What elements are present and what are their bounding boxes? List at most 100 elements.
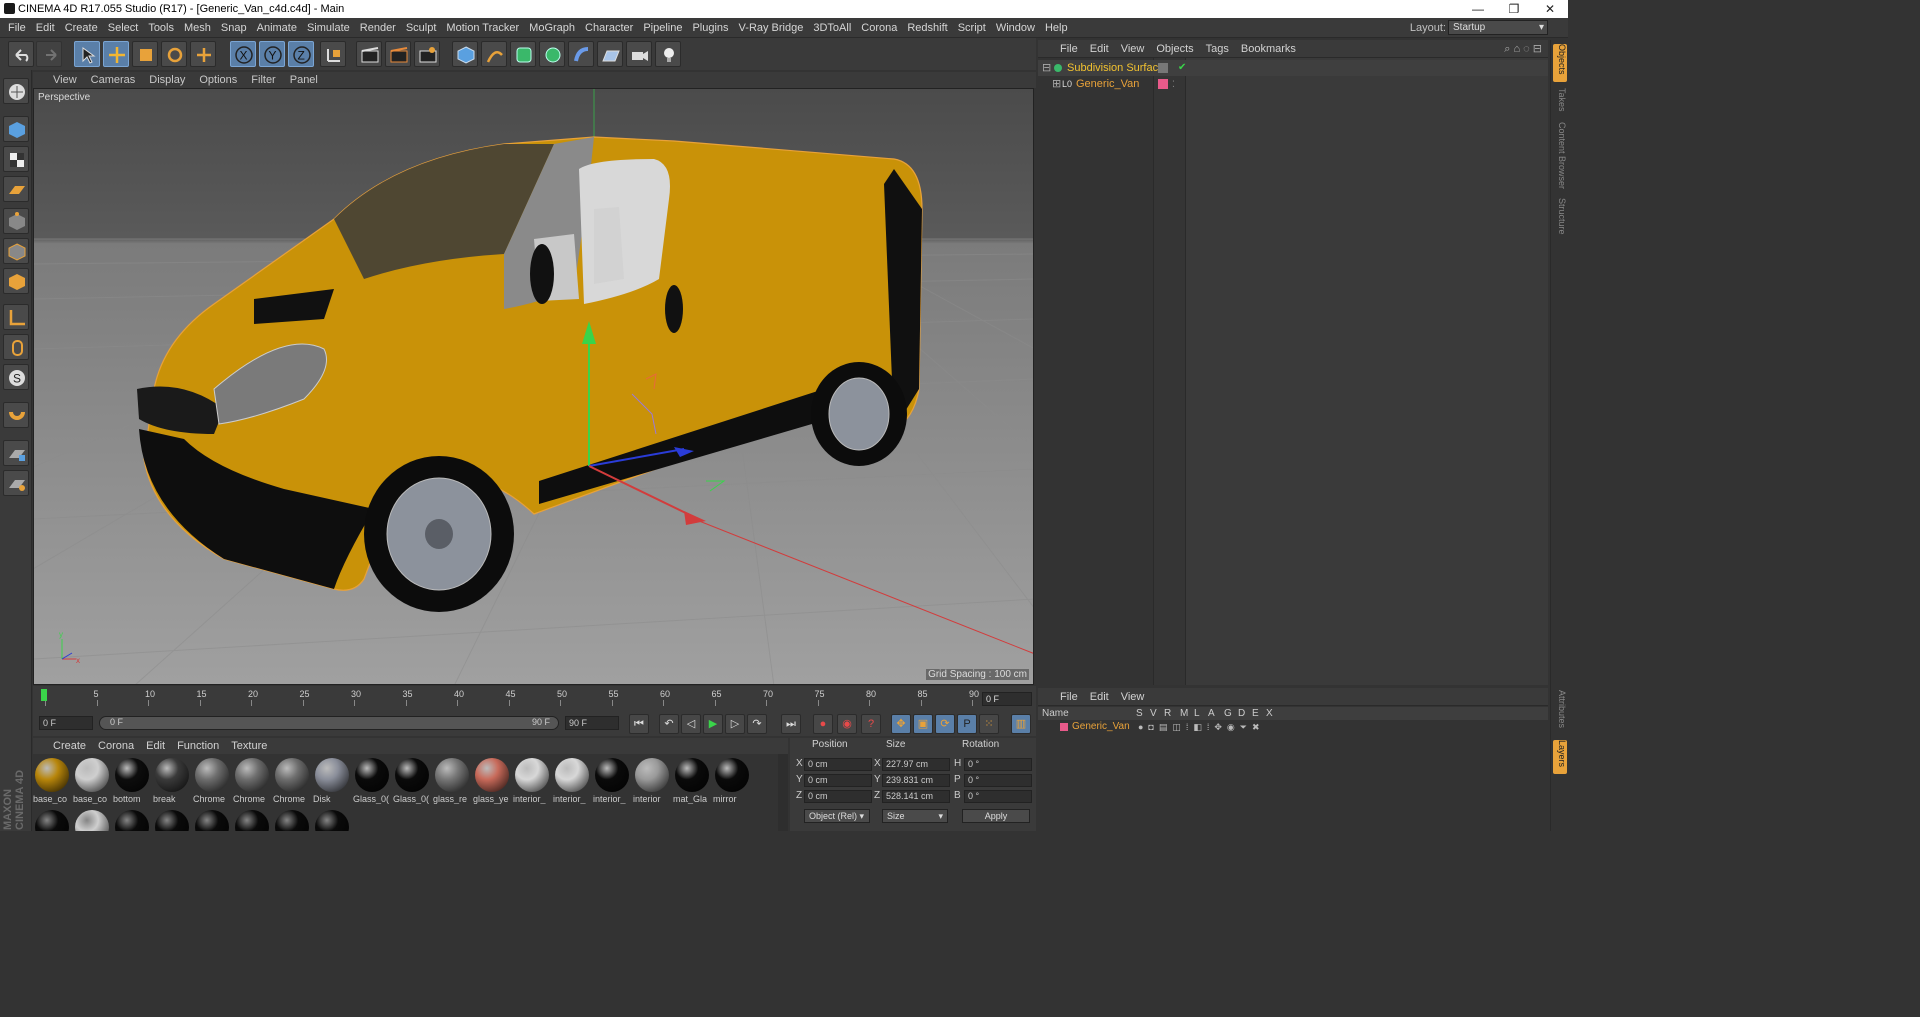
range-slider[interactable]: 0 F 90 F — [99, 716, 559, 730]
material-menu-texture[interactable]: Texture — [225, 738, 273, 754]
menu-create[interactable]: Create — [60, 18, 103, 38]
layer-row[interactable]: Generic_Van ●◘▤◫⁞◧⁞✥◉⏷✖ — [1038, 720, 1548, 734]
material-swatch[interactable]: Disk — [313, 756, 351, 806]
lock-workplane-button[interactable] — [3, 440, 29, 466]
timeline-window-button[interactable]: ▥ — [1011, 714, 1031, 734]
tweak-mode-button[interactable] — [3, 334, 29, 360]
close-button[interactable]: ✕ — [1532, 0, 1568, 18]
layer-column-l[interactable]: L — [1194, 707, 1200, 720]
material-menu-function[interactable]: Function — [171, 738, 225, 754]
polygons-mode-button[interactable] — [3, 268, 29, 294]
x-axis-lock-button[interactable]: X — [230, 41, 256, 67]
size-mode-select[interactable]: Size ▾ — [882, 809, 948, 823]
minimize-button[interactable]: — — [1460, 0, 1496, 18]
material-swatch[interactable] — [193, 808, 231, 831]
subdivision-button[interactable] — [510, 41, 536, 67]
expand-icon[interactable]: ⊞ — [1052, 76, 1061, 92]
key-scale-button[interactable]: ▣ — [913, 714, 933, 734]
menu-pipeline[interactable]: Pipeline — [638, 18, 687, 38]
menu-select[interactable]: Select — [103, 18, 144, 38]
restore-button[interactable]: ❐ — [1496, 0, 1532, 18]
menu-character[interactable]: Character — [580, 18, 638, 38]
material-swatch[interactable]: base_co — [73, 756, 111, 806]
live-selection-button[interactable] — [74, 41, 100, 67]
object-menu-view[interactable]: View — [1115, 40, 1151, 58]
cloner-button[interactable] — [539, 41, 565, 67]
key-position-button[interactable]: ✥ — [891, 714, 911, 734]
tab-content-browser[interactable]: Content Browser — [1553, 122, 1567, 192]
object-menu-file[interactable]: File — [1038, 40, 1084, 58]
layer-column-a[interactable]: A — [1208, 707, 1215, 720]
y-axis-lock-button[interactable]: Y — [259, 41, 285, 67]
layer-flags-icons[interactable]: ●◘▤◫⁞◧⁞✥◉⏷✖ — [1138, 720, 1265, 734]
object-menu-bookmarks[interactable]: Bookmarks — [1235, 40, 1302, 58]
position-x-field[interactable]: 0 cm — [804, 758, 872, 771]
layer-column-e[interactable]: E — [1252, 707, 1259, 720]
material-swatch[interactable]: Chrome — [273, 756, 311, 806]
object-row-generic-van[interactable]: ⊞ L0 Generic_Van ⁚ — [1038, 76, 1548, 92]
play-button[interactable]: ▶ — [703, 714, 723, 734]
material-swatch[interactable]: mat_Gla — [673, 756, 711, 806]
layer-column-s[interactable]: S — [1136, 707, 1143, 720]
autokey-button[interactable]: ◉ — [837, 714, 857, 734]
menu-mesh[interactable]: Mesh — [179, 18, 216, 38]
layer-color-swatch[interactable] — [1158, 79, 1168, 89]
material-swatch[interactable] — [233, 808, 271, 831]
layer-column-x[interactable]: X — [1266, 707, 1273, 720]
menu-window[interactable]: Window — [991, 18, 1040, 38]
end-frame-field[interactable]: 90 F — [565, 716, 619, 730]
key-rotation-button[interactable]: ⟳ — [935, 714, 955, 734]
rotation-h-field[interactable]: 0 ° — [964, 758, 1032, 771]
object-row-subdivision[interactable]: ⊟ Subdivision Surface ✔ — [1038, 60, 1548, 76]
layer-column-v[interactable]: V — [1150, 707, 1157, 720]
magnet-button[interactable] — [3, 402, 29, 428]
snap-button[interactable]: S — [3, 364, 29, 390]
timeline[interactable]: 051015202530354045505560657075808590 0 F — [33, 686, 1036, 712]
key-pla-button[interactable]: ⁙ — [979, 714, 999, 734]
search-icon[interactable]: ⌕ ⌂ ◌ ⊟ — [1504, 40, 1542, 58]
previous-key-button[interactable]: ↶ — [659, 714, 679, 734]
menu-sculpt[interactable]: Sculpt — [401, 18, 442, 38]
workplane-mode-button[interactable] — [3, 176, 29, 202]
material-swatch[interactable]: interior_ — [553, 756, 591, 806]
make-editable-button[interactable] — [3, 78, 29, 104]
rotation-p-field[interactable]: 0 ° — [964, 774, 1032, 787]
position-z-field[interactable]: 0 cm — [804, 790, 872, 803]
viewport-menu-view[interactable]: View — [33, 72, 84, 88]
material-swatch[interactable] — [73, 808, 111, 831]
material-swatch[interactable]: Chrome — [193, 756, 231, 806]
camera-button[interactable] — [626, 41, 652, 67]
visibility-dots-icon[interactable]: ⁚ — [1172, 76, 1175, 92]
rotation-b-field[interactable]: 0 ° — [964, 790, 1032, 803]
object-menu-objects[interactable]: Objects — [1150, 40, 1199, 58]
material-swatch[interactable] — [153, 808, 191, 831]
z-axis-lock-button[interactable]: Z — [288, 41, 314, 67]
menu-redshift[interactable]: Redshift — [902, 18, 952, 38]
current-frame-field[interactable]: 0 F — [982, 692, 1032, 706]
material-swatch[interactable]: glass_ye — [473, 756, 511, 806]
coordinate-system-button[interactable] — [320, 41, 346, 67]
tab-attributes[interactable]: Attributes — [1553, 690, 1567, 736]
move-tool-button[interactable] — [103, 41, 129, 67]
menu-motion-tracker[interactable]: Motion Tracker — [441, 18, 524, 38]
viewport-menu-filter[interactable]: Filter — [244, 72, 282, 88]
menu-file[interactable]: File — [0, 18, 31, 38]
cube-object-button[interactable] — [452, 41, 478, 67]
expand-icon[interactable]: ⊟ — [1042, 60, 1051, 76]
tab-objects[interactable]: Objects — [1553, 44, 1567, 82]
viewport-menu-panel[interactable]: Panel — [283, 72, 325, 88]
material-swatch[interactable] — [113, 808, 151, 831]
layout-select[interactable]: Startup ▾ — [1448, 20, 1548, 35]
position-y-field[interactable]: 0 cm — [804, 774, 872, 787]
menu-snap[interactable]: Snap — [216, 18, 252, 38]
material-swatch[interactable]: break — [153, 756, 191, 806]
menu-simulate[interactable]: Simulate — [302, 18, 355, 38]
go-to-end-button[interactable]: ⏭ — [781, 714, 801, 734]
spline-pen-button[interactable] — [481, 41, 507, 67]
menu-render[interactable]: Render — [355, 18, 401, 38]
material-swatch[interactable]: interior — [633, 756, 671, 806]
material-menu-corona[interactable]: Corona — [92, 738, 140, 754]
material-swatch[interactable] — [273, 808, 311, 831]
previous-frame-button[interactable]: ◁ — [681, 714, 701, 734]
layer-column-g[interactable]: G — [1224, 707, 1232, 720]
